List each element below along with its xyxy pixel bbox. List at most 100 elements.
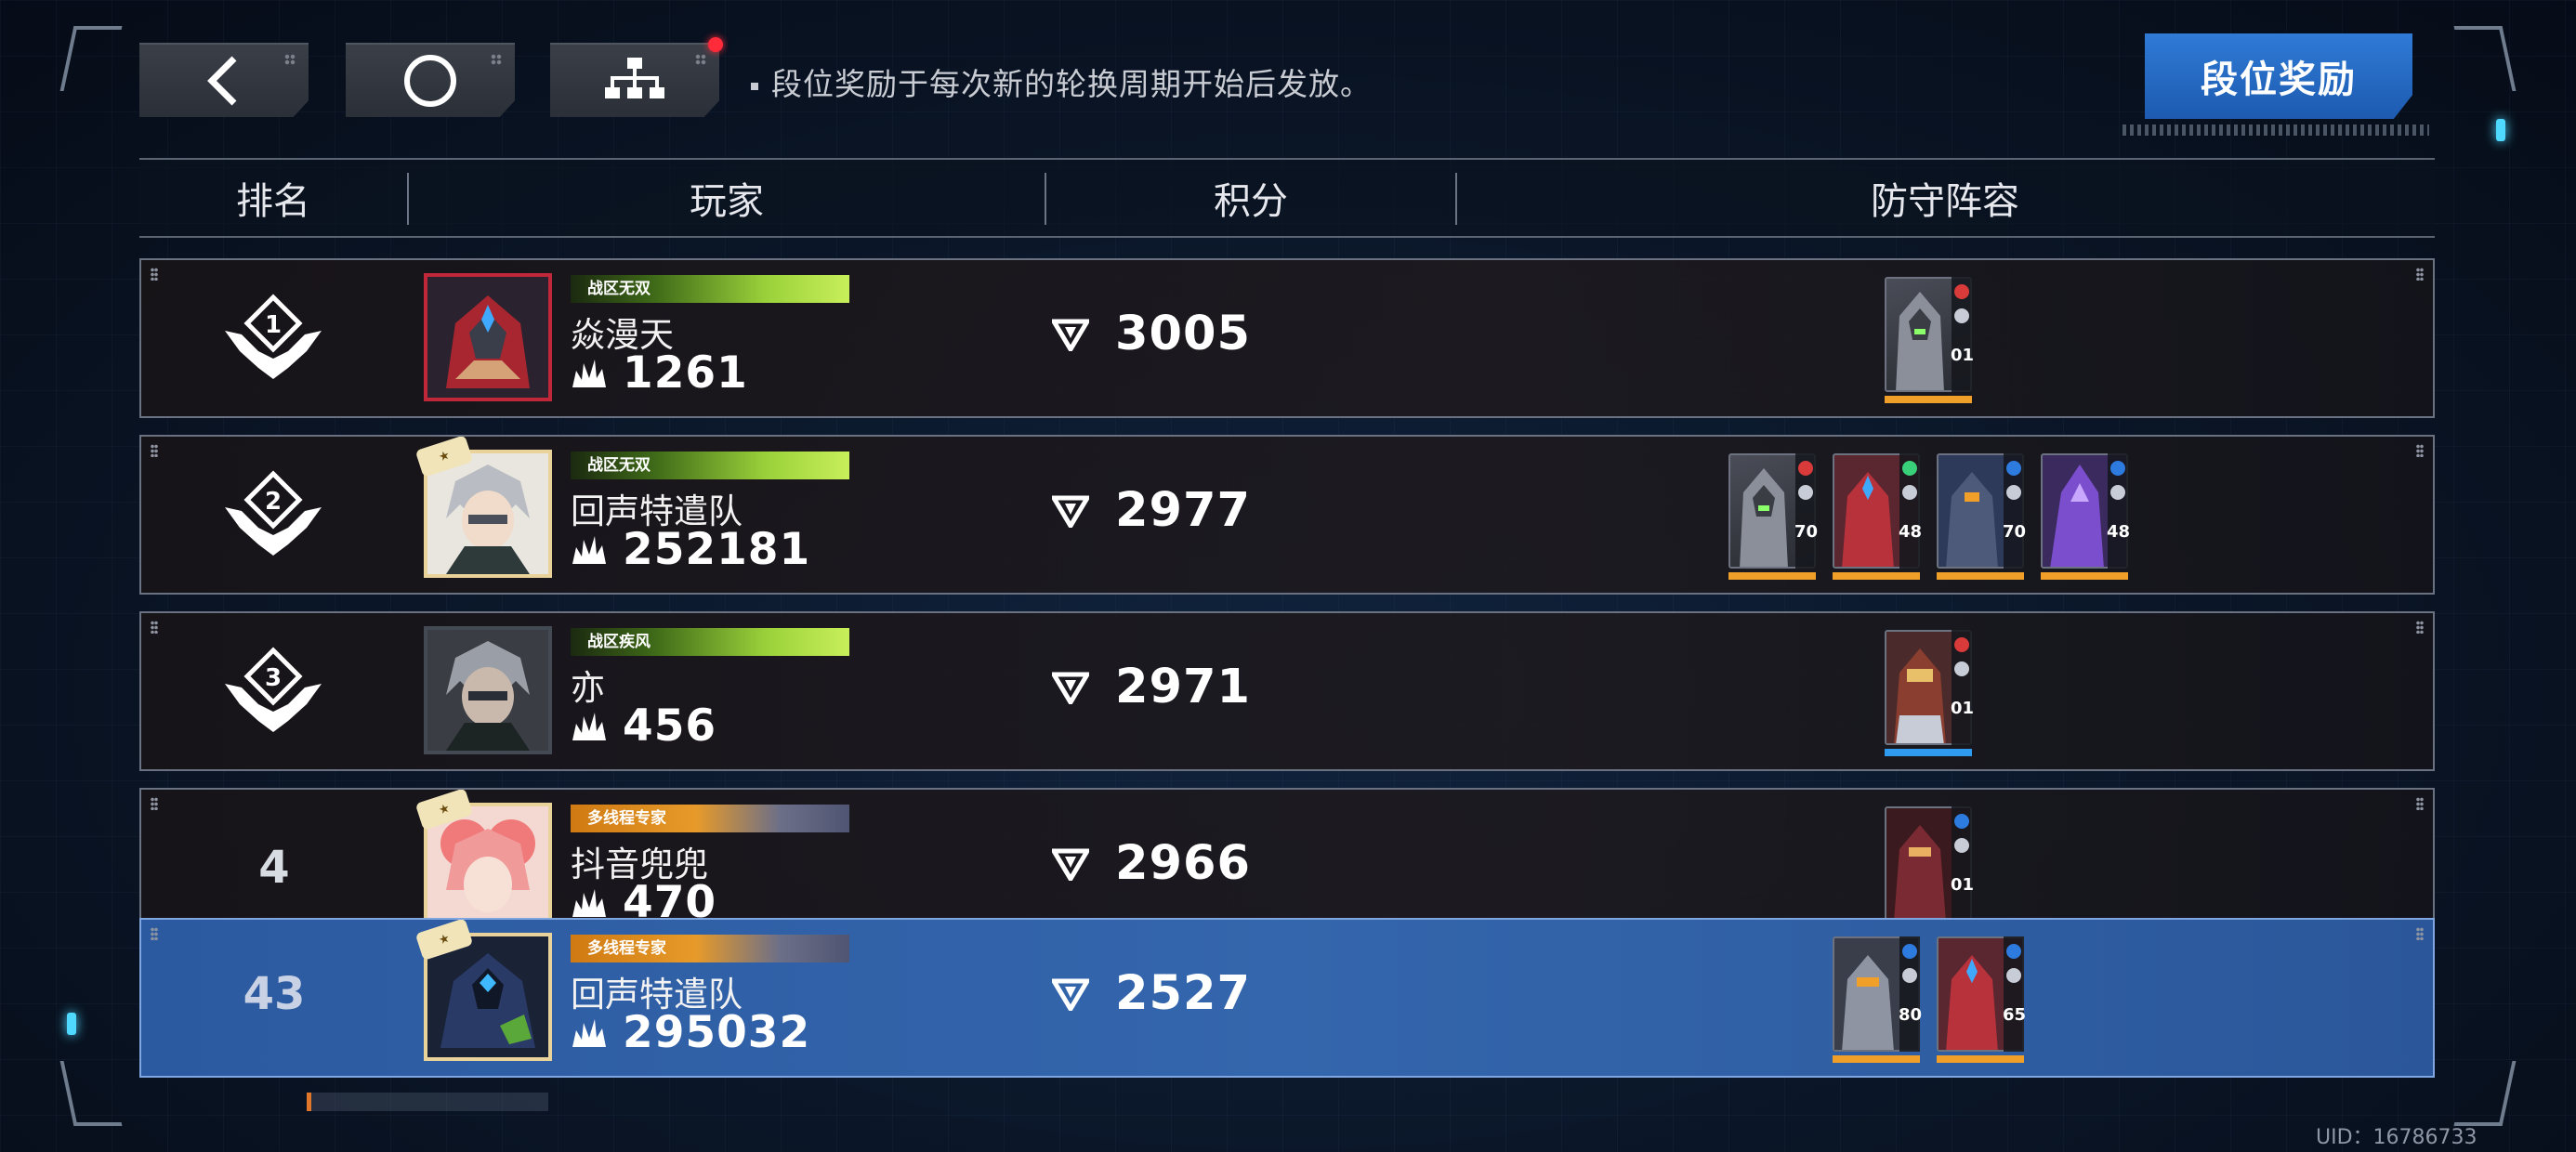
- unit-rarity-bar: [1833, 1055, 1920, 1063]
- power-flame-icon: [572, 535, 606, 564]
- character-avatar-image: [427, 630, 548, 751]
- unit-element-icon: [1954, 284, 1969, 299]
- header-player: 玩家: [690, 180, 764, 223]
- rank-number: 1: [265, 311, 282, 339]
- header-score: 积分: [1214, 180, 1288, 223]
- power-value: 456: [623, 700, 717, 752]
- unit-rarity-bar: [1937, 1055, 2024, 1063]
- unit-class-icon: [1954, 661, 1969, 676]
- unit-class-icon: [1902, 485, 1917, 500]
- back-chevron-icon: [207, 56, 237, 106]
- defense-unit-card[interactable]: 65: [1937, 936, 2027, 1063]
- unit-class-icon: [2110, 485, 2125, 500]
- power-flame-icon: [572, 888, 606, 917]
- user-id: UID：16786733: [2316, 1126, 2477, 1149]
- unit-rarity-bar: [1937, 572, 2024, 580]
- score-triangle-icon: [1052, 848, 1089, 881]
- unit-element-icon: [1902, 461, 1917, 476]
- defense-unit-card[interactable]: 48: [1833, 453, 1923, 580]
- character-avatar-image: [427, 453, 548, 574]
- table-row[interactable]: 2 ★ 战区无双 回声特遣队 252181 2977 70 48 70 48: [139, 435, 2435, 595]
- mech-avatar-image: [427, 936, 548, 1057]
- unit-class-icon: [1954, 838, 1969, 853]
- unit-rarity-bar: [1885, 396, 1972, 403]
- reward-notice-text: 段位奖励于每次新的轮换周期开始后发放。: [751, 59, 1372, 104]
- unit-rarity-bar: [1885, 749, 1972, 756]
- table-header: 排名 玩家 积分 防守阵容: [139, 158, 2435, 238]
- unit-level: 48: [2107, 522, 2131, 542]
- reward-button-underline: [2123, 124, 2429, 136]
- score-triangle-icon: [1052, 672, 1089, 704]
- table-row[interactable]: 1 战区无双 焱漫天 1261 3005 01: [139, 258, 2435, 418]
- unit-level: 80: [1899, 1005, 1923, 1025]
- player-power: 295032: [571, 1007, 810, 1058]
- score-cell: 3005: [1052, 307, 1253, 361]
- defense-unit-card[interactable]: 01: [1885, 630, 1975, 756]
- score-cell: 2971: [1052, 660, 1253, 714]
- score-value: 3005: [1115, 307, 1251, 361]
- hierarchy-icon: [605, 58, 664, 98]
- unit-element-icon: [2006, 461, 2021, 476]
- row-dots: [2416, 268, 2424, 281]
- row-dots: [151, 621, 158, 634]
- back-button[interactable]: [139, 43, 309, 117]
- player-title-banner: 多线程专家: [571, 805, 849, 832]
- score-cell: 2527: [1052, 966, 1253, 1021]
- player-power: 456: [571, 700, 716, 752]
- unit-element-icon: [2110, 461, 2125, 476]
- unit-level: 70: [1794, 522, 1819, 542]
- defense-unit-card[interactable]: 70: [1728, 453, 1819, 580]
- header-defense-lineup: 防守阵容: [1871, 180, 2019, 223]
- row-dots: [2416, 444, 2424, 457]
- row-dots: [151, 927, 158, 940]
- avatar[interactable]: [424, 273, 552, 401]
- rank-number: 4: [258, 842, 290, 894]
- unit-element-icon: [2006, 944, 2021, 959]
- defense-unit-card[interactable]: 70: [1937, 453, 2027, 580]
- rank-reward-button[interactable]: 段位奖励: [2145, 33, 2412, 119]
- hierarchy-button[interactable]: [550, 43, 719, 117]
- unit-class-icon: [2006, 968, 2021, 983]
- player-title-banner: 多线程专家: [571, 935, 849, 962]
- button-dots: [491, 54, 502, 65]
- unit-level: 65: [2003, 1005, 2027, 1025]
- player-title-banner: 战区无双: [571, 275, 849, 303]
- score-value: 2977: [1115, 483, 1251, 538]
- footer-status-bar: [307, 1093, 548, 1111]
- avatar[interactable]: [424, 626, 552, 754]
- unit-level: 01: [1951, 699, 1975, 718]
- defense-unit-card[interactable]: 01: [1885, 806, 1975, 933]
- defense-unit-card[interactable]: 48: [2041, 453, 2131, 580]
- unit-level: 01: [1951, 875, 1975, 895]
- score-cell: 2977: [1052, 483, 1253, 538]
- rank-number: 2: [265, 488, 282, 516]
- defense-unit-card[interactable]: 01: [1885, 277, 1974, 403]
- mech-avatar-image: [427, 277, 548, 398]
- side-glow-right: [2496, 119, 2505, 141]
- unit-rarity-bar: [1833, 572, 1920, 580]
- notification-dot: [708, 37, 723, 52]
- table-row[interactable]: 3 战区疾风 亦 456 2971 01: [139, 611, 2435, 771]
- circle-button[interactable]: [346, 43, 515, 117]
- power-flame-icon: [572, 712, 606, 740]
- self-rank-row[interactable]: 43 ★ 多线程专家 回声特遣队 295032 2527 80 65: [139, 918, 2435, 1078]
- player-power: 1261: [571, 347, 748, 399]
- unit-class-icon: [1798, 485, 1813, 500]
- rank-badge-icon: 3: [225, 647, 322, 732]
- score-value: 2527: [1115, 966, 1251, 1021]
- power-value: 1261: [623, 347, 748, 399]
- unit-level: 48: [1899, 522, 1923, 542]
- score-value: 2966: [1115, 836, 1251, 891]
- score-triangle-icon: [1052, 978, 1089, 1011]
- row-dots: [2416, 621, 2424, 634]
- score-value: 2971: [1115, 660, 1251, 714]
- power-value: 295032: [623, 1007, 811, 1058]
- player-title-banner: 战区无双: [571, 452, 849, 479]
- unit-rarity-bar: [1728, 572, 1816, 580]
- row-dots: [2416, 797, 2424, 810]
- unit-rarity-bar: [2041, 572, 2128, 580]
- row-dots: [151, 444, 158, 457]
- rank-badge-icon: 2: [225, 470, 322, 556]
- unit-level: 70: [2003, 522, 2027, 542]
- defense-unit-card[interactable]: 80: [1833, 936, 1923, 1063]
